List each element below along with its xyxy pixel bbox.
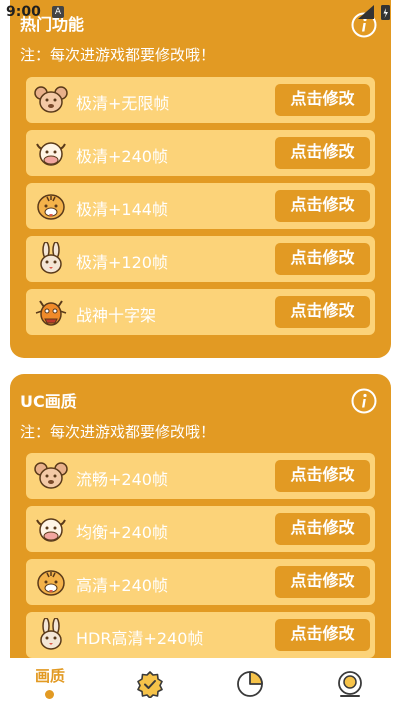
list-item: HDR高清+240帧 点击修改 — [26, 612, 375, 658]
modify-button[interactable]: 点击修改 — [275, 190, 370, 222]
list-item: 均衡+240帧 点击修改 — [26, 506, 375, 552]
item-label: 极清+240帧 — [76, 147, 168, 166]
list-item: 极清+144帧 点击修改 — [26, 183, 375, 229]
ox-icon — [36, 518, 66, 542]
tab-label: 画质 — [34, 667, 65, 685]
rabbit-icon — [40, 242, 62, 274]
modify-button[interactable]: 点击修改 — [275, 296, 370, 328]
list-item: 高清+240帧 点击修改 — [26, 559, 375, 605]
rabbit-icon — [40, 618, 62, 650]
item-label: 战神十字架 — [76, 306, 157, 325]
item-label: HDR高清+240帧 — [76, 629, 204, 648]
item-label: 极清+120帧 — [76, 253, 168, 272]
mouse-icon — [34, 462, 68, 489]
modify-button[interactable]: 点击修改 — [275, 566, 370, 598]
item-label: 均衡+240帧 — [76, 523, 168, 542]
app-screen: 9:00 A 热门功能 注：每次进游戏都要修改哦！ 极清+无限帧 点击修改 极清… — [0, 0, 400, 711]
info-icon[interactable] — [351, 388, 377, 414]
status-bar: 9:00 A — [0, 0, 400, 26]
modify-button[interactable]: 点击修改 — [275, 619, 370, 651]
section-title: UC画质 — [20, 392, 77, 411]
profile-icon — [338, 671, 362, 697]
list-item: 极清+无限帧 点击修改 — [26, 77, 375, 123]
item-label: 高清+240帧 — [76, 576, 168, 595]
item-label: 极清+无限帧 — [76, 94, 170, 113]
tiger-icon — [37, 194, 65, 220]
modify-button[interactable]: 点击修改 — [275, 513, 370, 545]
modify-button[interactable]: 点击修改 — [275, 84, 370, 116]
list-item: 流畅+240帧 点击修改 — [26, 453, 375, 499]
tab-stats[interactable] — [200, 658, 300, 711]
modify-button[interactable]: 点击修改 — [275, 460, 370, 492]
modify-button[interactable]: 点击修改 — [275, 137, 370, 169]
active-indicator — [45, 690, 54, 699]
bottom-nav: 画质 — [0, 658, 400, 711]
modify-button[interactable]: 点击修改 — [275, 243, 370, 275]
tab-profile[interactable] — [300, 658, 400, 711]
hot-features-card: 热门功能 注：每次进游戏都要修改哦！ 极清+无限帧 点击修改 极清+240帧 点… — [10, 0, 391, 358]
tab-features[interactable] — [100, 658, 200, 711]
tiger-icon — [37, 570, 65, 596]
section-note: 注：每次进游戏都要修改哦！ — [20, 46, 216, 64]
notification-icon: A — [52, 6, 64, 18]
item-label: 流畅+240帧 — [76, 470, 168, 489]
dragon-icon — [35, 300, 67, 326]
tab-quality[interactable]: 画质 — [0, 658, 100, 711]
badge-icon — [137, 671, 163, 698]
list-item: 极清+120帧 点击修改 — [26, 236, 375, 282]
ox-icon — [36, 142, 66, 166]
status-time: 9:00 — [6, 4, 41, 20]
list-item: 极清+240帧 点击修改 — [26, 130, 375, 176]
list-item: 战神十字架 点击修改 — [26, 289, 375, 335]
item-label: 极清+144帧 — [76, 200, 168, 219]
mouse-icon — [34, 86, 68, 113]
signal-battery-icon — [358, 5, 390, 20]
uc-quality-card: UC画质 注：每次进游戏都要修改哦！ 流畅+240帧 点击修改 均衡+240帧 … — [10, 374, 391, 664]
section-note: 注：每次进游戏都要修改哦！ — [20, 423, 216, 441]
pie-chart-icon — [237, 671, 263, 697]
